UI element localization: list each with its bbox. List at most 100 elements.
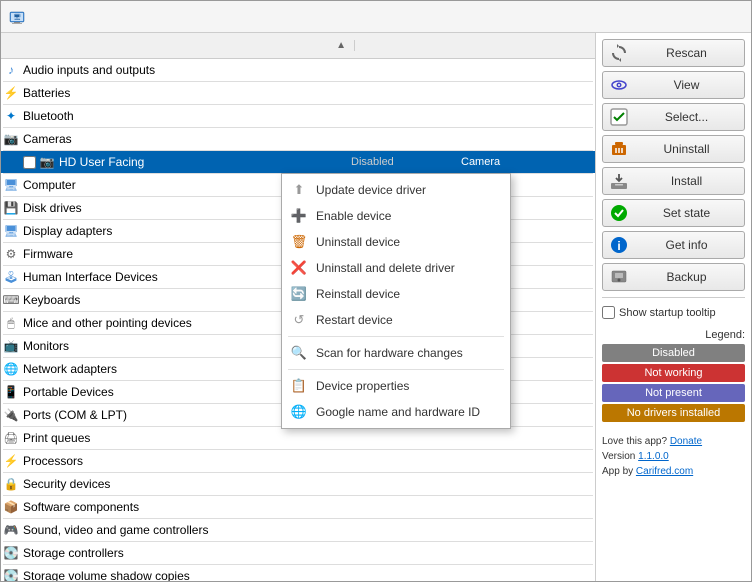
list-item[interactable]: 💽 Storage controllers [1, 542, 595, 564]
backup-icon [609, 267, 629, 287]
context-menu-item-scan[interactable]: 🔍 Scan for hardware changes [282, 340, 510, 366]
select-button[interactable]: Select... [602, 103, 745, 131]
list-item[interactable]: 🔒 Security devices [1, 473, 595, 495]
rescan-icon [609, 43, 629, 63]
getinfo-label: Get info [635, 238, 738, 252]
view-button[interactable]: View [602, 71, 745, 99]
legend-title: Legend: [602, 329, 745, 341]
device-icon: 🔒 [3, 476, 19, 492]
list-item[interactable]: 🖨 Print queues [1, 427, 595, 449]
device-name: Print queues [23, 431, 351, 445]
uninstall-button[interactable]: Uninstall [602, 135, 745, 163]
ctx-item-icon: 📋 [290, 377, 308, 395]
context-menu-item-restart[interactable]: ↺ Restart device [282, 307, 510, 333]
view-label: View [635, 78, 738, 92]
device-checkbox[interactable] [23, 156, 36, 169]
backup-button[interactable]: Backup [602, 263, 745, 291]
list-item[interactable]: ♪ Audio inputs and outputs [1, 59, 595, 81]
list-item[interactable]: 📷 Cameras [1, 128, 595, 150]
device-icon: 📦 [3, 499, 19, 515]
list-item[interactable]: 💽 Storage volume shadow copies [1, 565, 595, 581]
device-icon: 🎮 [3, 522, 19, 538]
context-menu-item-uninstall[interactable]: 🗑 Uninstall device [282, 229, 510, 255]
context-menu-item-google[interactable]: 🌐 Google name and hardware ID [282, 399, 510, 425]
ctx-item-label: Update device driver [316, 183, 426, 197]
device-name: Cameras [23, 132, 351, 146]
header-device-name: ▲ [1, 40, 355, 51]
device-icon: 📺 [3, 338, 19, 354]
device-icon: 🖱 [3, 315, 19, 331]
device-name: Software components [23, 500, 351, 514]
ctx-item-icon: ➕ [290, 207, 308, 225]
list-item[interactable]: ✦ Bluetooth [1, 105, 595, 127]
context-menu-separator [288, 336, 504, 337]
list-item[interactable]: ⚡ Batteries [1, 82, 595, 104]
setstate-label: Set state [635, 206, 738, 220]
svg-text:i: i [617, 239, 620, 253]
context-menu-item-properties[interactable]: 📋 Device properties [282, 373, 510, 399]
legend-item: No drivers installed [602, 404, 745, 422]
device-name: Security devices [23, 477, 351, 491]
legend-item: Not working [602, 364, 745, 382]
app-link[interactable]: Carifred.com [636, 466, 693, 477]
ctx-item-icon: 🔄 [290, 285, 308, 303]
ctx-item-icon: 🌐 [290, 403, 308, 421]
device-icon: 🔌 [3, 407, 19, 423]
device-icon: ⚡ [3, 85, 19, 101]
device-icon: ✦ [3, 108, 19, 124]
startup-tooltip-checkbox[interactable] [602, 306, 615, 319]
ctx-item-label: Enable device [316, 209, 391, 223]
content-area: ▲ ♪ Audio inputs and outputs ⚡ Batteries… [1, 33, 751, 581]
context-menu: ⬆ Update device driver ➕ Enable device 🗑… [281, 173, 511, 429]
startup-tooltip-label: Show startup tooltip [619, 307, 716, 319]
setstate-button[interactable]: Set state [602, 199, 745, 227]
action-panel: Rescan View Select... Uninstall Install … [596, 33, 751, 581]
ctx-item-icon: ↺ [290, 311, 308, 329]
rescan-button[interactable]: Rescan [602, 39, 745, 67]
legend-section: Legend: Disabled Not working Not present No … [602, 329, 745, 424]
install-icon [609, 171, 629, 191]
ctx-item-label: Restart device [316, 313, 393, 327]
select-label: Select... [635, 110, 738, 124]
uninstall-label: Uninstall [635, 142, 738, 156]
legend-item: Not present [602, 384, 745, 402]
list-item[interactable]: 📦 Software components [1, 496, 595, 518]
device-icon: 🕹 [3, 269, 19, 285]
install-button[interactable]: Install [602, 167, 745, 195]
context-menu-item-reinstall[interactable]: 🔄 Reinstall device [282, 281, 510, 307]
minimize-button[interactable] [663, 6, 687, 28]
context-menu-item-update[interactable]: ⬆ Update device driver [282, 177, 510, 203]
install-label: Install [635, 174, 738, 188]
ctx-item-label: Google name and hardware ID [316, 405, 480, 419]
context-menu-item-uninstall_delete[interactable]: ❌ Uninstall and delete driver [282, 255, 510, 281]
list-item[interactable]: ⚡ Processors [1, 450, 595, 472]
device-class: Camera [461, 156, 591, 168]
getinfo-button[interactable]: i Get info [602, 231, 745, 259]
device-name: Audio inputs and outputs [23, 63, 351, 77]
donate-link[interactable]: Donate [670, 436, 702, 447]
close-button[interactable] [719, 6, 743, 28]
window-controls [663, 6, 743, 28]
maximize-button[interactable] [691, 6, 715, 28]
device-icon: 🖨 [3, 430, 19, 446]
ctx-item-icon: ❌ [290, 259, 308, 277]
legend-item: Disabled [602, 344, 745, 362]
device-icon: 📷 [39, 154, 55, 170]
device-name: Storage volume shadow copies [23, 569, 351, 581]
title-bar: 🖥 [1, 1, 751, 33]
device-icon: 💾 [3, 200, 19, 216]
ctx-item-icon: 🗑 [290, 233, 308, 251]
device-list-panel: ▲ ♪ Audio inputs and outputs ⚡ Batteries… [1, 33, 596, 581]
context-menu-item-enable[interactable]: ➕ Enable device [282, 203, 510, 229]
list-item[interactable]: 📷 HD User Facing Disabled Camera [1, 151, 595, 173]
backup-label: Backup [635, 270, 738, 284]
device-icon: 💽 [3, 568, 19, 581]
version-link[interactable]: 1.1.0.0 [638, 451, 669, 462]
ctx-item-label: Uninstall and delete driver [316, 261, 455, 275]
list-item[interactable]: 🎮 Sound, video and game controllers [1, 519, 595, 541]
device-name: Processors [23, 454, 351, 468]
device-name: Bluetooth [23, 109, 351, 123]
setstate-icon [609, 203, 629, 223]
list-header: ▲ [1, 33, 595, 59]
show-startup-tooltip-row: Show startup tooltip [602, 304, 745, 321]
